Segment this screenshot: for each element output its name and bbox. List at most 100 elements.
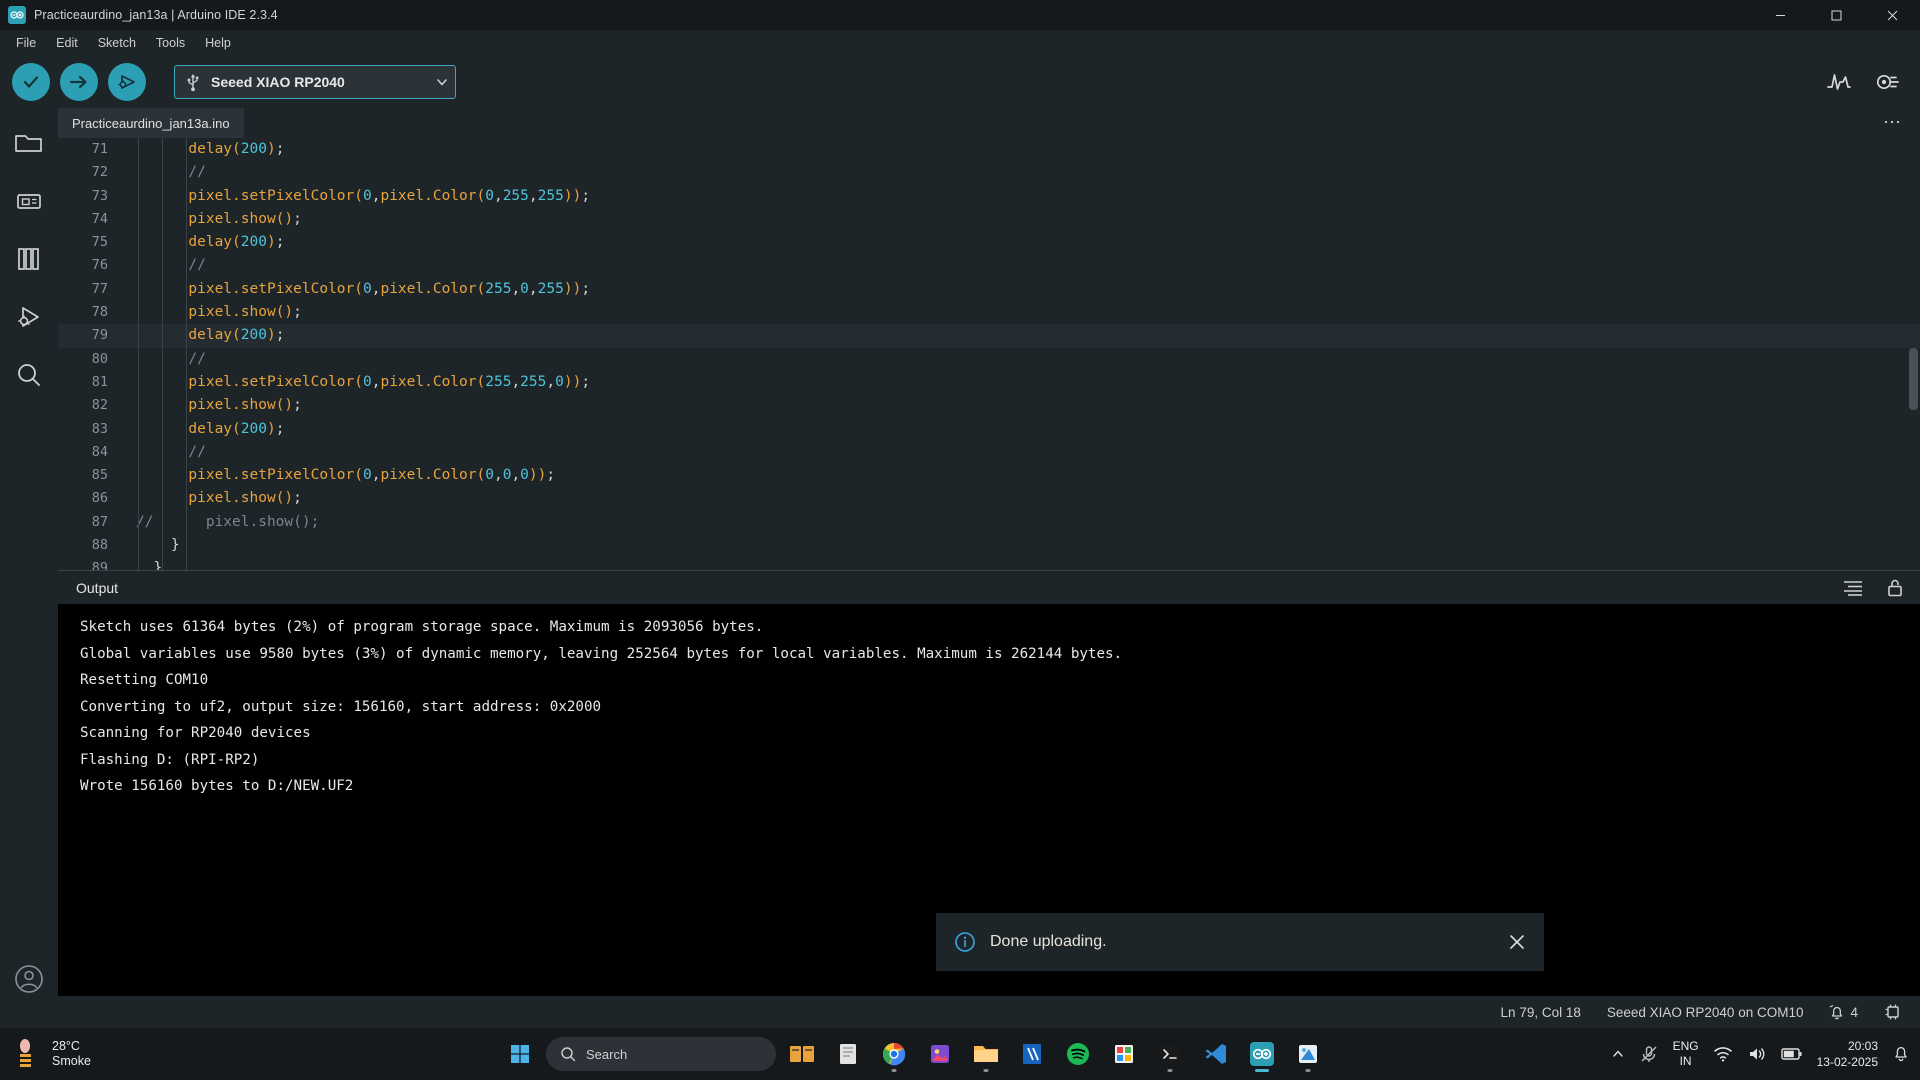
taskbar-app-photos[interactable] — [920, 1034, 960, 1074]
code-line[interactable]: 84 // — [58, 441, 1920, 464]
board-chip-icon[interactable] — [1884, 1003, 1902, 1021]
code-line[interactable]: 88 } — [58, 534, 1920, 557]
taskbar-app-spotify[interactable] — [1058, 1034, 1098, 1074]
sidebar-item-sketchbook[interactable] — [5, 114, 53, 172]
taskbar-app-file-explorer[interactable] — [966, 1034, 1006, 1074]
taskbar-app-paint[interactable] — [1288, 1034, 1328, 1074]
cursor-position[interactable]: Ln 79, Col 18 — [1501, 1005, 1581, 1020]
board-status[interactable]: Seeed XIAO RP2040 on COM10 — [1607, 1005, 1804, 1020]
notifications-icon[interactable] — [1892, 1044, 1910, 1064]
gutter-space — [114, 511, 136, 534]
code-line[interactable]: 73 pixel.setPixelColor(0,pixel.Color(0,2… — [58, 185, 1920, 208]
lock-scroll-icon[interactable] — [1886, 578, 1904, 598]
taskbar-app-terminal[interactable] — [1150, 1034, 1190, 1074]
taskbar-app-task-view[interactable] — [782, 1034, 822, 1074]
menu-help[interactable]: Help — [195, 33, 241, 53]
code-line-text: delay(200); — [188, 327, 285, 344]
code-line[interactable]: 79 delay(200); — [58, 324, 1920, 348]
usb-icon — [187, 74, 199, 92]
spotify-icon — [1067, 1043, 1089, 1065]
menu-tools[interactable]: Tools — [146, 33, 195, 53]
clear-output-icon[interactable] — [1842, 579, 1864, 597]
account-icon — [15, 965, 43, 993]
chevron-down-icon — [437, 79, 447, 86]
code-line[interactable]: 72 // — [58, 161, 1920, 184]
vscode-icon — [1205, 1044, 1226, 1064]
menu-file[interactable]: File — [6, 33, 46, 53]
taskbar-clock[interactable]: 20:03 13-02-2025 — [1817, 1038, 1878, 1070]
folder-icon — [15, 135, 42, 152]
notification-badge[interactable]: 4 — [1829, 1004, 1858, 1021]
maximize-button[interactable] — [1808, 0, 1864, 30]
serial-monitor-icon[interactable] — [1874, 71, 1904, 93]
input-language-indicator[interactable]: ENG IN — [1673, 1039, 1699, 1069]
code-line[interactable]: 85 pixel.setPixelColor(0,pixel.Color(0,0… — [58, 464, 1920, 487]
taskbar-app-vscode[interactable] — [1196, 1034, 1236, 1074]
board-selector[interactable]: Seeed XIAO RP2040 — [174, 65, 456, 99]
taskbar-weather-widget[interactable]: 28°C Smoke — [0, 1038, 220, 1070]
menu-sketch[interactable]: Sketch — [88, 33, 146, 53]
code-line[interactable]: 80 // — [58, 348, 1920, 371]
line-number: 84 — [91, 443, 108, 460]
sidebar-item-debug[interactable] — [5, 288, 53, 346]
wifi-icon[interactable] — [1713, 1045, 1733, 1063]
ime-region: IN — [1679, 1054, 1692, 1068]
taskbar-search-box[interactable]: Search — [546, 1037, 776, 1071]
battery-icon[interactable] — [1780, 1046, 1803, 1062]
sidebar-item-account[interactable] — [5, 950, 53, 1008]
code-line[interactable]: 89 } — [58, 557, 1920, 570]
office-icon — [1115, 1045, 1133, 1063]
code-line-text: // — [188, 164, 206, 181]
code-line-text: delay(200); — [188, 234, 285, 251]
taskbar-app-arduino-ide[interactable] — [1242, 1034, 1282, 1074]
close-icon[interactable] — [1508, 933, 1526, 951]
line-number: 72 — [91, 164, 108, 181]
line-number: 86 — [91, 490, 108, 507]
editor-tab-sketch[interactable]: Practiceaurdino_jan13a.ino — [58, 108, 244, 138]
close-button[interactable] — [1864, 0, 1920, 30]
serial-plotter-icon[interactable] — [1826, 71, 1852, 93]
code-line[interactable]: 81 pixel.setPixelColor(0,pixel.Color(255… — [58, 371, 1920, 394]
taskbar-app-explorer-quick[interactable] — [828, 1034, 868, 1074]
debug-icon — [118, 75, 135, 89]
code-editor[interactable]: 71 delay(200); 72 //73 pixel.setPixelColo… — [58, 138, 1920, 570]
running-indicator — [1255, 1069, 1269, 1072]
upload-button[interactable] — [60, 63, 98, 101]
code-line[interactable]: 76 // — [58, 254, 1920, 277]
info-circle-icon — [955, 932, 975, 952]
more-horizontal-icon[interactable]: ⋯ — [1883, 112, 1902, 133]
code-line[interactable]: 86 pixel.show(); — [58, 487, 1920, 510]
code-line[interactable]: 77 pixel.setPixelColor(0,pixel.Color(255… — [58, 278, 1920, 301]
debug-button[interactable] — [108, 63, 146, 101]
line-number: 82 — [91, 397, 108, 414]
chevron-up-icon[interactable] — [1611, 1047, 1625, 1061]
start-button[interactable] — [500, 1034, 540, 1074]
sidebar-item-search[interactable] — [5, 346, 53, 404]
clock-time: 20:03 — [1847, 1039, 1878, 1053]
taskbar-app-office[interactable] — [1104, 1034, 1144, 1074]
taskbar-app-notes[interactable] — [1012, 1034, 1052, 1074]
taskbar-app-chrome[interactable] — [874, 1034, 914, 1074]
code-line[interactable]: 78 pixel.show(); — [58, 301, 1920, 324]
sidebar-item-library-manager[interactable] — [5, 230, 53, 288]
editor-scrollbar[interactable] — [1909, 348, 1918, 410]
code-line[interactable]: 71 delay(200); — [58, 138, 1920, 161]
verify-button[interactable] — [12, 63, 50, 101]
code-line[interactable]: 75 delay(200); — [58, 231, 1920, 254]
output-line: Resetting COM10 — [80, 672, 209, 688]
line-number: 83 — [91, 420, 108, 437]
photos-icon — [931, 1045, 949, 1063]
code-line-text: // — [188, 443, 206, 460]
minimize-button[interactable] — [1752, 0, 1808, 30]
code-line[interactable]: 74 pixel.show(); — [58, 208, 1920, 231]
code-line[interactable]: 87 // pixel.show(); — [58, 511, 1920, 534]
code-line[interactable]: 82 pixel.show(); — [58, 394, 1920, 417]
window-controls — [1752, 0, 1920, 30]
mic-muted-icon[interactable] — [1639, 1044, 1659, 1064]
running-indicator — [1305, 1069, 1311, 1072]
code-line[interactable]: 83 delay(200); — [58, 418, 1920, 441]
sidebar-item-boards-manager[interactable] — [5, 172, 53, 230]
volume-icon[interactable] — [1747, 1045, 1767, 1063]
menu-edit[interactable]: Edit — [46, 33, 88, 53]
code-line-text: pixel.setPixelColor(0,pixel.Color(255,25… — [188, 373, 591, 390]
